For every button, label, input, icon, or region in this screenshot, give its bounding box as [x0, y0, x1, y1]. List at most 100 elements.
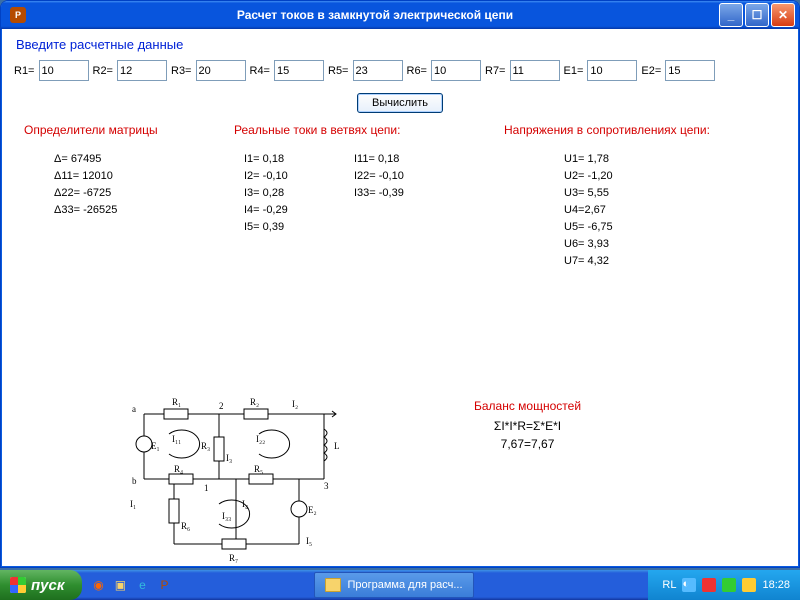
- calculate-button[interactable]: Вычислить: [357, 93, 443, 113]
- taskbar: пуск ◉ ▣ e P Программа для расч... RL ◐ …: [0, 570, 800, 600]
- svg-text:I₂₂: I₂₂: [256, 434, 265, 444]
- maximize-button[interactable]: ☐: [745, 3, 769, 27]
- inputs-row: R1= R2= R3= R4= R5= R6= R7= E1= E2=: [4, 58, 796, 87]
- r2-input[interactable]: [117, 60, 167, 81]
- folder-icon: [325, 578, 341, 592]
- task-label: Программа для расч...: [347, 579, 462, 591]
- ie-icon[interactable]: e: [132, 575, 152, 595]
- input-section-title: Введите расчетные данные: [16, 37, 796, 52]
- det-row: Δ11= 12010: [54, 168, 234, 185]
- svg-text:I₄: I₄: [242, 499, 248, 509]
- app-icon: P: [10, 7, 26, 23]
- e1-label: E1=: [564, 65, 584, 77]
- svg-text:b: b: [132, 476, 137, 486]
- currents-col-b: I11= 0,18 I22= -0,10 I33= -0,39: [354, 151, 504, 202]
- e1-input[interactable]: [587, 60, 637, 81]
- language-indicator[interactable]: RL: [662, 579, 676, 591]
- clock[interactable]: 18:28: [762, 579, 790, 591]
- currents-col-a: I1= 0,18 I2= -0,10 I3= 0,28 I4= -0,29 I5…: [234, 151, 354, 236]
- svg-text:R₂: R₂: [250, 397, 259, 407]
- i-row: I1= 0,18: [244, 151, 354, 168]
- r5-input[interactable]: [353, 60, 403, 81]
- svg-text:R₁: R₁: [172, 397, 181, 407]
- svg-text:I₂: I₂: [292, 399, 298, 409]
- r6-input[interactable]: [431, 60, 481, 81]
- r1-label: R1=: [14, 65, 35, 77]
- r1-input[interactable]: [39, 60, 89, 81]
- window-title: Расчет токов в замкнутой электрической ц…: [31, 8, 719, 22]
- minimize-button[interactable]: _: [719, 3, 743, 27]
- u-row: U3= 5,55: [564, 185, 784, 202]
- r4-label: R4=: [250, 65, 271, 77]
- r7-label: R7=: [485, 65, 506, 77]
- close-button[interactable]: ✕: [771, 3, 795, 27]
- tray-icon[interactable]: [742, 578, 756, 592]
- det-row: Δ= 67495: [54, 151, 234, 168]
- svg-text:I₃: I₃: [226, 453, 232, 463]
- svg-text:R₅: R₅: [254, 464, 263, 474]
- u-row: U5= -6,75: [564, 219, 784, 236]
- app-shortcut-icon[interactable]: P: [154, 575, 174, 595]
- svg-text:I₅: I₅: [306, 536, 312, 546]
- u-row: U6= 3,93: [564, 236, 784, 253]
- i-row: I3= 0,28: [244, 185, 354, 202]
- det-row: Δ22= -6725: [54, 185, 234, 202]
- i-row: I5= 0,39: [244, 219, 354, 236]
- start-label: пуск: [31, 577, 64, 594]
- tray-icon[interactable]: [722, 578, 736, 592]
- u-row: U1= 1,78: [564, 151, 784, 168]
- power-balance: Баланс мощностей ΣI*I*R=Σ*E*I 7,67=7,67: [474, 399, 581, 455]
- i-row: I11= 0,18: [354, 151, 504, 168]
- start-button[interactable]: пуск: [0, 570, 82, 600]
- tray-icon[interactable]: [702, 578, 716, 592]
- client-area: Введите расчетные данные R1= R2= R3= R4=…: [4, 29, 796, 564]
- svg-text:I₃₃: I₃₃: [222, 511, 231, 521]
- e2-input[interactable]: [665, 60, 715, 81]
- power-formula: ΣI*I*R=Σ*E*I: [474, 419, 581, 433]
- svg-text:I₁: I₁: [130, 499, 136, 509]
- svg-text:2: 2: [219, 401, 224, 411]
- svg-text:1: 1: [204, 483, 209, 493]
- u-row: U7= 4,32: [564, 253, 784, 270]
- currents-title: Реальные токи в ветвях цепи:: [234, 123, 354, 137]
- quick-launch: ◉ ▣ e P: [88, 575, 174, 595]
- i-row: I2= -0,10: [244, 168, 354, 185]
- u-row: U4=2,67: [564, 202, 784, 219]
- r7-input[interactable]: [510, 60, 560, 81]
- svg-text:3: 3: [324, 481, 329, 491]
- svg-text:R₇: R₇: [229, 553, 238, 563]
- app-window: P Расчет токов в замкнутой электрической…: [0, 0, 800, 568]
- r6-label: R6=: [407, 65, 428, 77]
- voltages-title: Напряжения в сопротивлениях цепи:: [504, 123, 784, 137]
- voltages-values: U1= 1,78 U2= -1,20 U3= 5,55 U4=2,67 U5= …: [504, 151, 784, 270]
- i-row: I33= -0,39: [354, 185, 504, 202]
- det-row: Δ33= -26525: [54, 202, 234, 219]
- u-row: U2= -1,20: [564, 168, 784, 185]
- svg-text:R₆: R₆: [181, 521, 190, 531]
- svg-text:R₃: R₃: [201, 441, 210, 451]
- power-result: 7,67=7,67: [474, 437, 581, 451]
- determinants-values: Δ= 67495 Δ11= 12010 Δ22= -6725 Δ33= -265…: [24, 151, 234, 219]
- power-title: Баланс мощностей: [474, 399, 581, 413]
- svg-text:L: L: [334, 441, 340, 451]
- svg-text:R₄: R₄: [174, 464, 183, 474]
- svg-text:a: a: [132, 404, 136, 414]
- r3-label: R3=: [171, 65, 192, 77]
- r4-input[interactable]: [274, 60, 324, 81]
- taskbar-task[interactable]: Программа для расч...: [314, 572, 473, 598]
- circuit-diagram: a b 2 1 3 R₁ R₂ R₃ R₄ R₅ R₆ R₇ E₁ E₂: [124, 389, 354, 572]
- i-row: I22= -0,10: [354, 168, 504, 185]
- determinants-title: Определители матрицы: [24, 123, 234, 137]
- r5-label: R5=: [328, 65, 349, 77]
- titlebar[interactable]: P Расчет токов в замкнутой электрической…: [1, 1, 799, 29]
- r2-label: R2=: [93, 65, 114, 77]
- system-tray[interactable]: RL ◐ 18:28: [648, 570, 800, 600]
- e2-label: E2=: [641, 65, 661, 77]
- svg-text:E₂: E₂: [308, 505, 317, 515]
- r3-input[interactable]: [196, 60, 246, 81]
- firefox-icon[interactable]: ◉: [88, 575, 108, 595]
- i-row: I4= -0,29: [244, 202, 354, 219]
- tray-icon[interactable]: ◐: [682, 578, 696, 592]
- folder-icon[interactable]: ▣: [110, 575, 130, 595]
- svg-text:E₁: E₁: [151, 441, 160, 451]
